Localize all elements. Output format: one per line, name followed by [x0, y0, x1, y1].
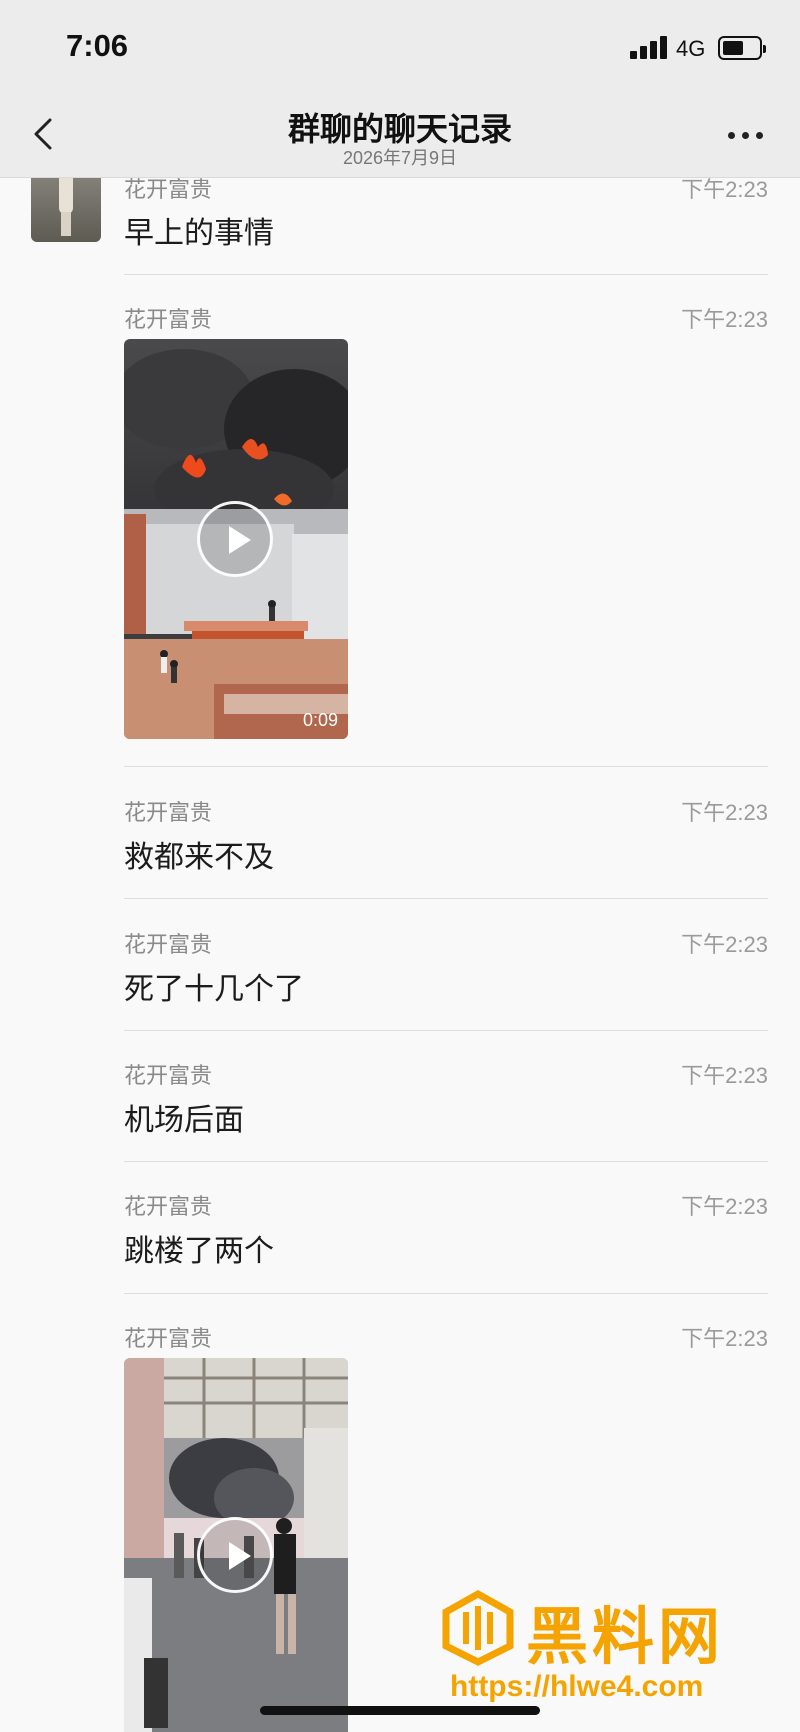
message-text[interactable]: 救都来不及 — [124, 832, 274, 876]
status-time: 7:06 — [66, 28, 129, 63]
message-text[interactable]: 早上的事情 — [124, 208, 274, 252]
watermark-title: 黑料网 — [526, 1603, 725, 1672]
divider — [124, 1030, 768, 1031]
divider — [124, 766, 768, 767]
more-button[interactable] — [720, 110, 770, 158]
page-subtitle: 2026年7月9日 — [342, 148, 458, 168]
sender-name: 花开富贵 — [124, 1326, 213, 1351]
message-time: 下午2:23 — [681, 800, 768, 825]
message-time: 下午2:23 — [681, 307, 768, 332]
sender-name: 花开富贵 — [124, 1063, 213, 1088]
message-time: 下午2:23 — [681, 932, 768, 957]
status-bar: 7:06 4G — [0, 0, 800, 90]
message-text[interactable]: 跳楼了两个 — [124, 1226, 274, 1270]
watermark: 黑料网 https://hlwe4.com — [440, 1590, 780, 1720]
home-indicator[interactable] — [260, 1706, 540, 1715]
sender-name: 花开富贵 — [124, 800, 213, 825]
watermark-logo-icon — [442, 1590, 514, 1666]
chat-history: 花开富贵 下午2:23 早上的事情 花开富贵 下午2:23 0:09 花开富贵 … — [0, 0, 800, 1732]
message-time: 下午2:23 — [681, 1326, 768, 1351]
play-icon[interactable] — [197, 501, 273, 577]
sender-name: 花开富贵 — [124, 932, 213, 957]
message-time: 下午2:23 — [681, 1194, 768, 1219]
play-icon[interactable] — [197, 1517, 273, 1593]
message-text[interactable]: 死了十几个了 — [124, 964, 304, 1008]
sender-name: 花开富贵 — [124, 307, 213, 332]
divider — [124, 1293, 768, 1294]
video-duration: 0:09 — [302, 710, 338, 730]
divider — [124, 1161, 768, 1162]
sender-name: 花开富贵 — [124, 1194, 213, 1219]
nav-bar: 群聊的聊天记录 2026年7月9日 — [0, 90, 800, 178]
divider — [124, 274, 768, 275]
message-text[interactable]: 机场后面 — [124, 1095, 244, 1139]
network-type: 4G — [676, 36, 706, 61]
video-thumbnail[interactable]: 0:09 — [124, 339, 348, 739]
message-time: 下午2:23 — [681, 1063, 768, 1088]
signal-icon — [630, 35, 670, 59]
divider — [124, 898, 768, 899]
battery-icon — [718, 36, 766, 60]
video-thumbnail[interactable] — [124, 1358, 348, 1732]
watermark-url: https://hlwe4.com — [450, 1670, 704, 1703]
